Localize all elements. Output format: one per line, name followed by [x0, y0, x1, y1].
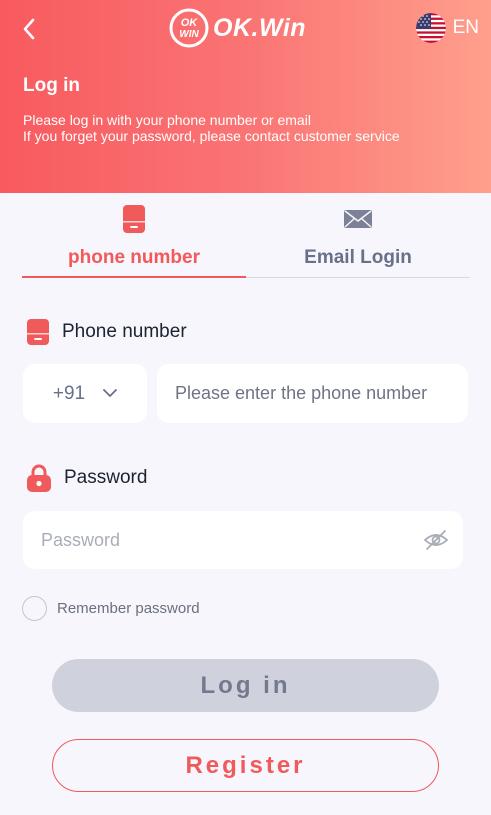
phone-input-wrapper [157, 364, 468, 423]
phone-number-field-label: Phone number [26, 318, 187, 346]
chevron-down-icon [103, 389, 118, 397]
password-field-label: Password [26, 464, 147, 492]
country-code-value: +91 [52, 382, 86, 404]
subtitle-line-2: If you forget your password, please cont… [23, 128, 400, 144]
us-flag-icon [415, 13, 446, 43]
okwin-logo-badge-icon: OK WIN [169, 8, 209, 48]
brand-logo: OK WIN OK.Win [168, 8, 306, 48]
subtitle-line-1: Please log in with your phone number or … [23, 112, 311, 128]
back-button[interactable] [14, 14, 44, 44]
phone-icon [123, 205, 145, 233]
phone-number-label: Phone number [62, 321, 187, 342]
tab-email-login-label: Email Login [304, 247, 412, 268]
country-code-select[interactable]: +91 [23, 364, 147, 423]
language-label: EN [452, 17, 479, 38]
login-button[interactable]: Log in [52, 659, 439, 712]
header: OK WIN OK.Win EN Log in Please log in wi… [0, 0, 491, 193]
remember-password-label: Remember password [57, 600, 200, 617]
password-label: Password [64, 467, 148, 488]
eye-off-icon[interactable] [423, 528, 449, 552]
tab-phone-number[interactable]: phone number [22, 200, 246, 278]
password-input-wrapper [23, 511, 463, 569]
remember-radio[interactable] [22, 596, 47, 621]
chevron-left-icon [23, 18, 35, 40]
brand-name: OK.Win [213, 13, 307, 42]
page-title: Log in [23, 75, 80, 96]
mail-icon [344, 210, 372, 228]
tab-email-login[interactable]: Email Login [246, 200, 470, 278]
language-selector[interactable]: EN [415, 13, 479, 43]
lock-icon [27, 464, 51, 492]
register-button[interactable]: Register [52, 739, 439, 792]
phone-icon [27, 319, 49, 345]
remember-password-checkbox[interactable]: Remember password [22, 596, 200, 621]
phone-input[interactable] [157, 364, 468, 423]
svg-text:WIN: WIN [179, 29, 199, 40]
tab-phone-number-label: phone number [68, 247, 200, 268]
svg-text:OK: OK [181, 17, 199, 29]
password-input[interactable] [23, 511, 463, 569]
